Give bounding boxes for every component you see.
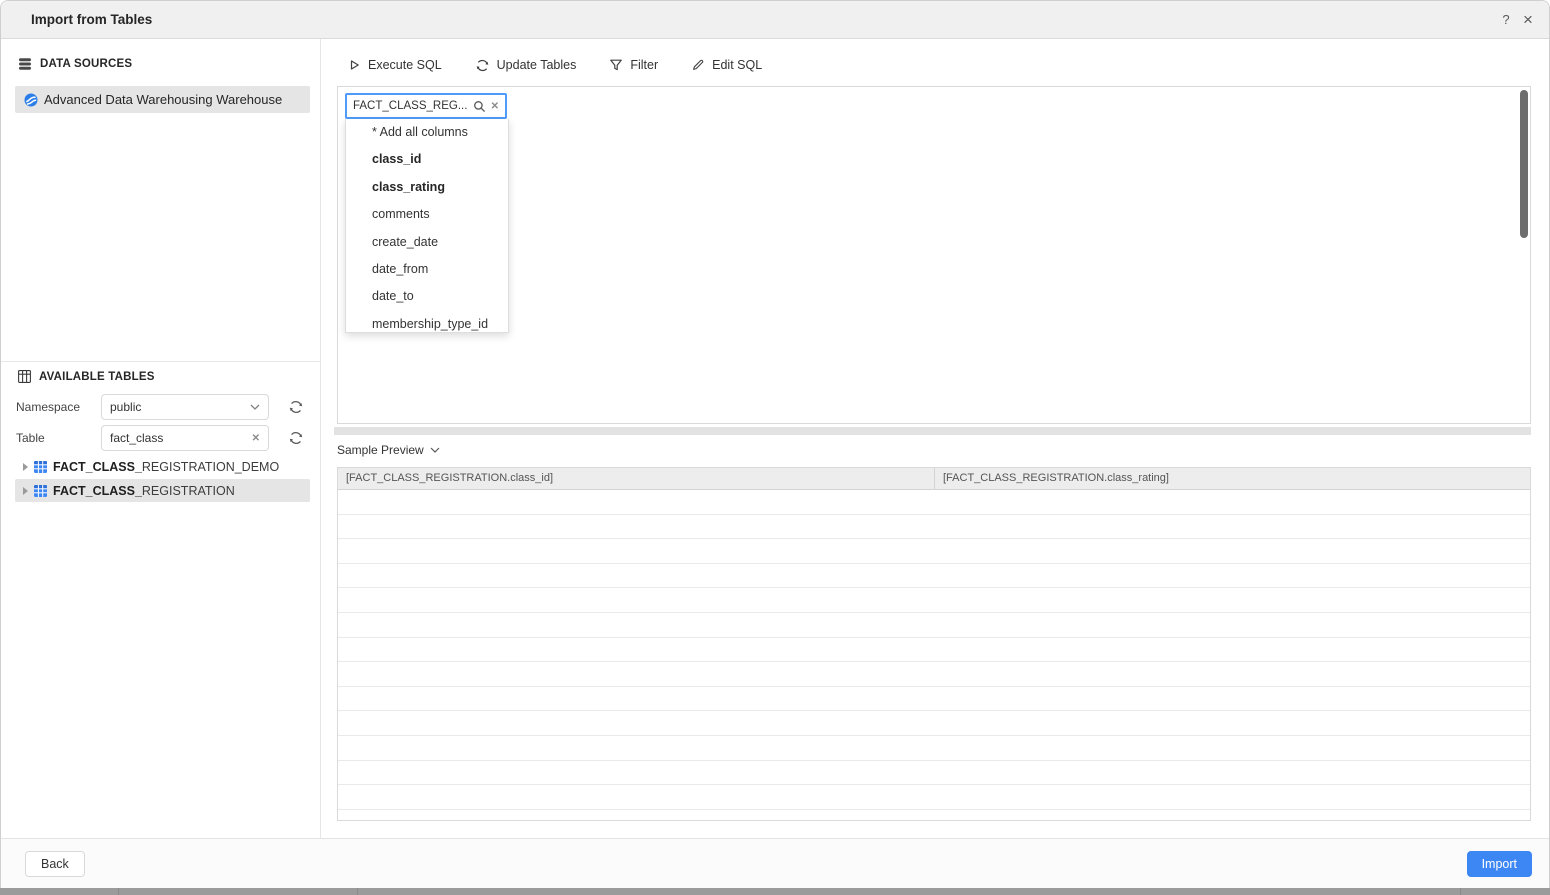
available-tables-title: AVAILABLE TABLES — [39, 371, 155, 383]
search-icon — [473, 100, 486, 113]
preview-row — [338, 638, 1530, 663]
dialog-header: Import from Tables ? × — [1, 1, 1549, 39]
preview-row — [338, 711, 1530, 736]
data-source-item-selected[interactable]: Advanced Data Warehousing Warehouse — [15, 86, 310, 113]
expand-caret-icon[interactable] — [23, 487, 28, 495]
panel-scrollbar-thumb[interactable] — [1520, 90, 1528, 238]
column-options-dropdown: * Add all columnsclass_idclass_ratingcom… — [345, 119, 509, 333]
toolbar: Execute SQL Update Tables — [347, 51, 762, 79]
column-option[interactable]: class_rating — [346, 174, 508, 201]
edit-sql-button[interactable]: Edit SQL — [691, 58, 762, 72]
warehouse-logo-icon — [24, 93, 38, 107]
filter-label: Filter — [630, 58, 658, 72]
background-line — [357, 888, 358, 895]
dialog-footer: Back Import — [1, 838, 1549, 888]
clear-table-filter-icon[interactable]: ✕ — [252, 433, 260, 444]
preview-row — [338, 810, 1530, 821]
data-sources-title: DATA SOURCES — [40, 58, 132, 70]
column-option[interactable]: date_to — [346, 283, 508, 310]
clear-search-icon[interactable]: ✕ — [491, 101, 499, 112]
edit-sql-label: Edit SQL — [712, 58, 762, 72]
update-tables-button[interactable]: Update Tables — [475, 58, 577, 73]
background-page-edge — [0, 888, 1550, 895]
table-name: FACT_CLASS_REGISTRATION — [53, 484, 235, 498]
import-from-tables-dialog: Import from Tables ? × DATA SOURCES — [0, 0, 1550, 888]
sample-preview-title: Sample Preview — [337, 443, 424, 457]
sample-preview-toggle[interactable]: Sample Preview — [337, 443, 440, 457]
preview-row — [338, 785, 1530, 810]
preview-row — [338, 539, 1530, 564]
execute-sql-button[interactable]: Execute SQL — [347, 58, 442, 72]
preview-row — [338, 564, 1530, 589]
column-option[interactable]: create_date — [346, 229, 508, 256]
play-icon — [347, 58, 361, 72]
execute-sql-label: Execute SQL — [368, 58, 442, 72]
namespace-row: Namespace public — [16, 394, 310, 420]
column-option[interactable]: comments — [346, 201, 508, 228]
sample-preview-table: [FACT_CLASS_REGISTRATION.class_id] [FACT… — [337, 467, 1531, 821]
namespace-select[interactable]: public — [101, 394, 269, 420]
preview-row — [338, 515, 1530, 540]
preview-row — [338, 490, 1530, 515]
database-icon — [18, 57, 32, 71]
data-sources-header: DATA SOURCES — [18, 57, 132, 71]
preview-row — [338, 588, 1530, 613]
namespace-value: public — [110, 400, 250, 414]
expand-caret-icon[interactable] — [23, 463, 28, 471]
column-search-input[interactable]: FACT_CLASS_REG... ✕ — [345, 93, 507, 119]
close-icon[interactable]: × — [1515, 1, 1541, 39]
sidebar: DATA SOURCES Advanced Data Warehousing W… — [1, 39, 321, 838]
table-name: FACT_CLASS_REGISTRATION_DEMO — [53, 460, 279, 474]
table-icon — [34, 461, 47, 473]
column-option[interactable]: date_from — [346, 256, 508, 283]
preview-col-header-class-rating: [FACT_CLASS_REGISTRATION.class_rating] — [935, 468, 1530, 489]
tables-tree: FACT_CLASS_REGISTRATION_DEMO — [1, 455, 320, 503]
table-tree-item-demo[interactable]: FACT_CLASS_REGISTRATION_DEMO — [15, 455, 310, 478]
horizontal-splitter[interactable] — [334, 427, 1531, 435]
column-options-list: * Add all columnsclass_idclass_ratingcom… — [346, 119, 508, 333]
preview-row — [338, 687, 1530, 712]
table-tree-item-registration[interactable]: FACT_CLASS_REGISTRATION — [15, 479, 310, 502]
table-filter-value: fact_class — [110, 431, 252, 445]
namespace-label: Namespace — [16, 394, 80, 420]
table-grid-icon — [18, 370, 31, 383]
import-button[interactable]: Import — [1467, 851, 1532, 877]
background-line — [1460, 888, 1461, 895]
preview-row — [338, 613, 1530, 638]
preview-row — [338, 761, 1530, 786]
column-option[interactable]: * Add all columns — [346, 119, 508, 146]
sync-icon — [475, 58, 490, 73]
refresh-namespaces-icon[interactable] — [288, 399, 304, 415]
dialog-title: Import from Tables — [31, 1, 152, 39]
column-option[interactable]: membership_type_id — [346, 311, 508, 333]
column-search-value: FACT_CLASS_REG... — [353, 100, 468, 112]
update-tables-label: Update Tables — [497, 58, 577, 72]
background-line — [118, 888, 119, 895]
chevron-down-icon — [250, 404, 260, 410]
column-option[interactable]: class_id — [346, 146, 508, 173]
preview-rows — [338, 490, 1530, 821]
query-builder-panel: FACT_CLASS_REG... ✕ * Add all columnscla… — [337, 86, 1531, 424]
preview-row — [338, 662, 1530, 687]
refresh-tables-icon[interactable] — [288, 430, 304, 446]
sidebar-divider — [1, 361, 320, 362]
table-filter-row: Table fact_class ✕ — [16, 425, 310, 451]
available-tables-header: AVAILABLE TABLES — [18, 370, 155, 383]
preview-row — [338, 736, 1530, 761]
table-label: Table — [16, 425, 45, 451]
table-icon — [34, 485, 47, 497]
chevron-down-icon — [430, 447, 440, 453]
pencil-icon — [691, 58, 705, 72]
funnel-icon — [609, 58, 623, 72]
table-filter-input[interactable]: fact_class ✕ — [101, 425, 269, 451]
back-button[interactable]: Back — [25, 851, 85, 877]
preview-col-header-class-id: [FACT_CLASS_REGISTRATION.class_id] — [338, 468, 935, 489]
filter-button[interactable]: Filter — [609, 58, 658, 72]
main-panel: Execute SQL Update Tables — [321, 39, 1549, 838]
dialog-body: DATA SOURCES Advanced Data Warehousing W… — [1, 39, 1549, 838]
preview-header-row: [FACT_CLASS_REGISTRATION.class_id] [FACT… — [338, 468, 1530, 490]
data-source-label: Advanced Data Warehousing Warehouse — [44, 92, 282, 107]
